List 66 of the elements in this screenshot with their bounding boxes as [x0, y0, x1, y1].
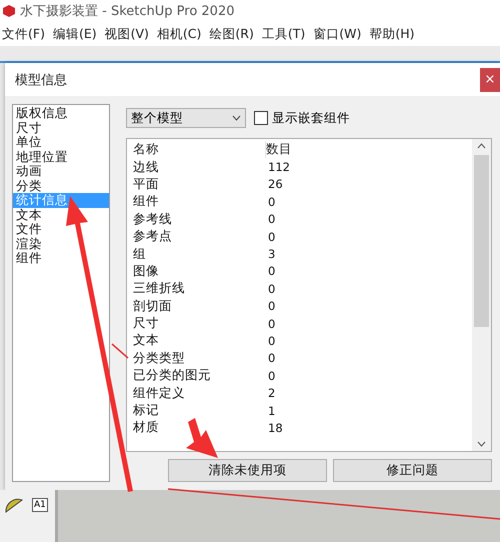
table-cell-text: 标记 — [133, 402, 160, 420]
dialog-title: 模型信息 — [15, 72, 67, 88]
table-cell-text: 三维折线 — [133, 280, 186, 298]
menu-item[interactable]: 工具(T) — [262, 26, 306, 42]
table-cell-text: 3 — [267, 247, 276, 262]
menu-item[interactable]: 窗口(W) — [313, 26, 362, 42]
table-cell-text: 0 — [267, 316, 276, 331]
menu-item[interactable]: 文件(F) — [2, 26, 45, 42]
window-title: 水下摄影装置 - SketchUp Pro 2020 — [20, 3, 234, 20]
annotation-line — [112, 343, 128, 359]
table-cell-text: 平面 — [133, 176, 160, 193]
category-item[interactable]: 地理位置 — [13, 150, 109, 164]
caret-icon — [232, 115, 241, 121]
category-item[interactable]: 组件 — [13, 251, 109, 266]
table-cell-text: 已分类的图元 — [133, 367, 212, 384]
nested-checkbox[interactable]: 显示嵌套组件 — [254, 110, 350, 126]
table-cell-text: 1 — [267, 404, 276, 418]
table-cell-text: 0 — [267, 212, 276, 226]
menu-item[interactable]: 视图(V) — [104, 26, 149, 42]
text-tool-icon[interactable]: A1 — [32, 498, 48, 512]
menu-item[interactable]: 绘图(R) — [209, 26, 254, 42]
table-cell-text: 0 — [267, 299, 276, 314]
menu-item[interactable]: 编辑(E) — [52, 26, 97, 42]
column-header[interactable]: 名称 — [133, 141, 266, 158]
category-item[interactable]: 渲染 — [13, 236, 109, 251]
table-cell-text: 尺寸 — [133, 315, 160, 332]
category-item[interactable]: 分类 — [13, 178, 109, 193]
table-cell-text: 0 — [267, 368, 276, 383]
category-item[interactable]: 单位 — [13, 135, 109, 150]
table-cell-text: 2 — [267, 386, 276, 400]
menu-item[interactable]: 帮助(H) — [369, 26, 415, 42]
table-cell-text: 组件定义 — [133, 384, 186, 402]
column-header[interactable]: 数目 — [266, 141, 326, 158]
category-item[interactable]: 文本 — [13, 208, 109, 222]
category-item[interactable]: 尺寸 — [13, 120, 109, 135]
table-cell-text: 文本 — [133, 332, 160, 350]
table-cell-text: 组 — [133, 246, 147, 263]
category-item[interactable]: 版权信息 — [13, 106, 109, 120]
table-cell-text: 分类类型 — [133, 350, 186, 367]
table-cell-text: 参考线 — [133, 210, 173, 228]
protractor-icon[interactable] — [4, 498, 24, 514]
annotation-arrow — [186, 418, 218, 458]
scrollbar[interactable] — [472, 139, 491, 451]
table-cell-text: 图像 — [133, 262, 160, 280]
scope-dropdown[interactable]: 整个模型 — [126, 108, 246, 128]
table-cell-text: 0 — [267, 230, 276, 244]
table-cell-text: 边线 — [133, 158, 160, 176]
table-cell-text: 参考点 — [133, 228, 173, 246]
table-cell-text: 0 — [267, 264, 276, 278]
table-cell-text: 0 — [267, 334, 276, 348]
menu-item[interactable]: 相机(C) — [156, 26, 202, 42]
dialog-button[interactable]: 清除未使用项 — [168, 459, 327, 482]
table-cell-text: 组件 — [133, 193, 160, 210]
table-cell-text: 26 — [267, 177, 284, 192]
category-item[interactable]: 文件 — [13, 222, 109, 236]
table-cell-text: 0 — [267, 194, 276, 209]
category-item[interactable]: 动画 — [13, 164, 109, 178]
table-cell-text: 112 — [267, 160, 291, 174]
table-cell-text: 18 — [267, 420, 284, 435]
table-cell-text: 剖切面 — [133, 298, 173, 315]
close-button[interactable]: × — [480, 68, 500, 92]
table-cell-text: 0 — [267, 351, 276, 366]
dialog-button[interactable]: 修正问题 — [333, 459, 492, 482]
app-logo-icon — [2, 4, 16, 18]
table-cell-text: 材质 — [133, 419, 160, 436]
table-cell-text: 0 — [267, 282, 276, 296]
